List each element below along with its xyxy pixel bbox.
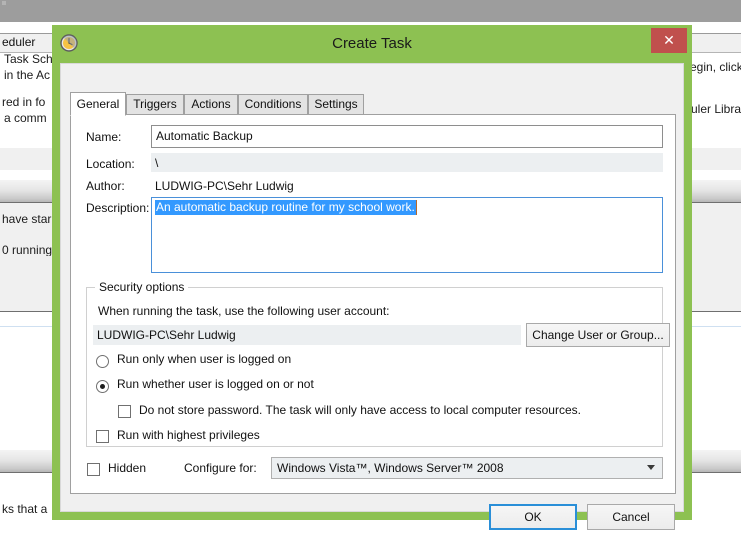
description-label: Description:: [86, 201, 149, 215]
tab-triggers[interactable]: Triggers: [126, 94, 184, 115]
author-value: LUDWIG-PC\Sehr Ludwig: [155, 179, 294, 193]
tab-conditions[interactable]: Conditions: [238, 94, 308, 115]
checkbox-run-with-highest-privileges-label: Run with highest privileges: [117, 428, 260, 442]
dialog-client-area: General Triggers Actions Conditions Sett…: [60, 63, 684, 512]
description-selected-text: An automatic backup routine for my schoo…: [155, 200, 416, 215]
radio-run-only-when-logged-on-label: Run only when user is logged on: [117, 352, 291, 366]
background-line: 0 running: [2, 243, 52, 257]
chevron-down-icon: [647, 465, 655, 470]
background-line: egin, click: [690, 60, 741, 74]
author-label: Author:: [86, 179, 125, 193]
checkbox-hidden-label: Hidden: [108, 461, 146, 475]
cancel-button[interactable]: Cancel: [587, 504, 675, 530]
change-user-or-group-button[interactable]: Change User or Group...: [526, 323, 670, 347]
tab-actions[interactable]: Actions: [184, 94, 238, 115]
tab-bar: General Triggers Actions Conditions Sett…: [70, 92, 676, 115]
checkbox-hidden[interactable]: [87, 463, 100, 476]
ok-button[interactable]: OK: [489, 504, 577, 530]
tab-general[interactable]: General: [70, 92, 126, 116]
background-line: in the Ac: [4, 68, 50, 82]
location-label: Location:: [86, 157, 135, 171]
background-line: have star: [2, 212, 51, 226]
checkbox-do-not-store-password[interactable]: [118, 405, 131, 418]
close-icon[interactable]: ✕: [651, 28, 687, 53]
tab-settings[interactable]: Settings: [308, 94, 364, 115]
create-task-dialog: Create Task ✕ General Triggers Actions C…: [52, 25, 692, 520]
titlebar-dot: [2, 1, 6, 5]
background-line: Task Sch: [4, 52, 53, 66]
general-tab-panel: Name: Automatic Backup Location: \ Autho…: [70, 114, 676, 494]
security-options-legend: Security options: [95, 280, 188, 294]
configure-for-value: Windows Vista™, Windows Server™ 2008: [277, 461, 504, 475]
location-value: \: [151, 153, 663, 172]
checkbox-do-not-store-password-label: Do not store password. The task will onl…: [139, 403, 581, 417]
desktop-titlebar: [0, 0, 741, 22]
name-input[interactable]: Automatic Backup: [151, 125, 663, 148]
background-line: ks that a: [2, 502, 47, 516]
user-account-value: LUDWIG-PC\Sehr Ludwig: [93, 325, 521, 345]
configure-for-select[interactable]: Windows Vista™, Windows Server™ 2008: [271, 457, 663, 479]
background-window-title: eduler: [2, 35, 35, 49]
description-input[interactable]: An automatic backup routine for my schoo…: [151, 197, 663, 273]
checkbox-run-with-highest-privileges[interactable]: [96, 430, 109, 443]
dialog-titlebar[interactable]: Create Task ✕: [52, 25, 692, 63]
radio-run-whether-logged-on-or-not-label: Run whether user is logged on or not: [117, 377, 314, 391]
name-label: Name:: [86, 130, 121, 144]
radio-run-only-when-logged-on[interactable]: [96, 355, 109, 368]
background-line: red in fo: [2, 95, 45, 109]
background-line: a comm: [4, 111, 47, 125]
background-line: uler Librar: [691, 102, 741, 116]
radio-run-whether-logged-on-or-not[interactable]: [96, 380, 109, 393]
dialog-title: Create Task: [52, 25, 692, 63]
account-prompt: When running the task, use the following…: [98, 304, 390, 318]
configure-for-label: Configure for:: [184, 461, 257, 475]
